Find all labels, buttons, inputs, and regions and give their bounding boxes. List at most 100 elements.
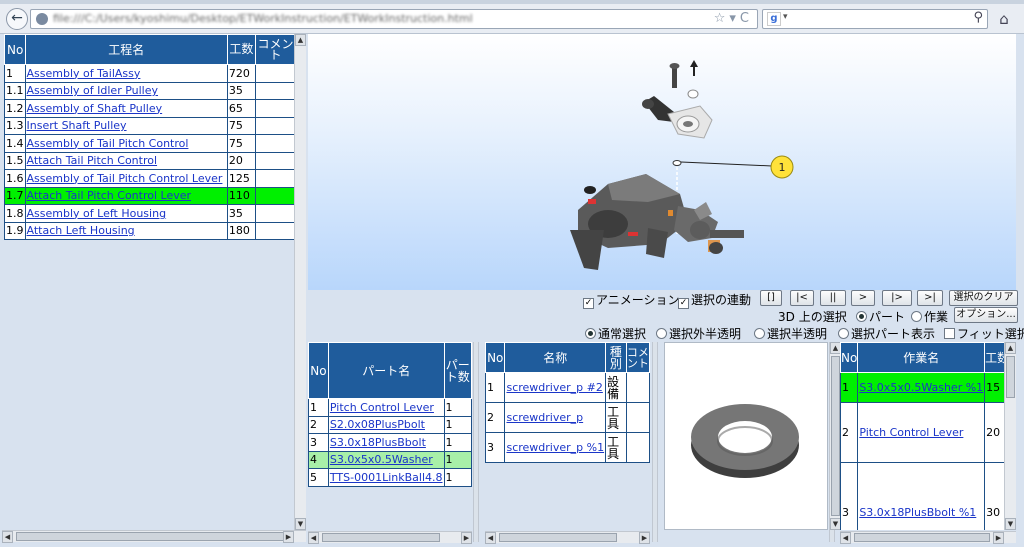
tool-name[interactable]: screwdriver_p — [504, 402, 607, 433]
tool-name-link[interactable]: screwdriver_p %1 — [506, 441, 604, 454]
table-row[interactable]: 5 TTS-0001LinkBall4.8 1 — [308, 468, 473, 487]
scroll-up-icon[interactable]: ▲ — [295, 34, 306, 46]
process-name-link[interactable]: Attach Left Housing — [27, 224, 135, 237]
work-name[interactable]: S3.0x18PlusBbolt %1 — [857, 462, 986, 530]
process-name[interactable]: Assembly of Tail Pitch Control Lever — [24, 169, 228, 188]
bookmark-star-icon[interactable]: ☆▾C — [714, 11, 753, 26]
process-name[interactable]: Attach Tail Pitch Control — [24, 151, 228, 170]
table-row[interactable]: 3 S3.0x18PlusBbolt 1 — [308, 433, 473, 452]
scroll-right-icon[interactable]: ▶ — [461, 532, 472, 544]
process-name-link[interactable]: Attach Tail Pitch Control Lever — [27, 189, 192, 202]
process-name[interactable]: Insert Shaft Pulley — [24, 116, 228, 135]
process-name[interactable]: Assembly of Idler Pulley — [24, 81, 228, 100]
scroll-down-icon[interactable]: ▼ — [295, 518, 306, 530]
work-vertical-scrollbar[interactable]: ▲ ▼ — [1004, 342, 1016, 530]
process-name-link[interactable]: Attach Tail Pitch Control — [27, 154, 158, 167]
part-name[interactable]: S3.0x18PlusBbolt — [327, 433, 445, 452]
work-name-link[interactable]: S3.0x5x0.5Washer %1 — [859, 381, 983, 394]
col-header-comment[interactable]: コメント — [254, 34, 297, 65]
scrollbar-thumb[interactable] — [499, 533, 617, 542]
work-horizontal-scrollbar[interactable]: ◀ ▶ — [840, 531, 1016, 544]
pause-button[interactable]: || — [820, 290, 846, 306]
address-bar[interactable]: file:///C:/Users/kyoshimu/Desktop/ETWork… — [30, 9, 758, 29]
table-row[interactable]: 1.3 Insert Shaft Pulley 75 — [4, 116, 297, 135]
stop-button[interactable]: [] — [760, 290, 782, 306]
col-header-part-name[interactable]: パート名 — [327, 342, 445, 399]
scroll-down-icon[interactable]: ▼ — [1005, 518, 1016, 530]
parts-horizontal-scrollbar[interactable]: ◀ ▶ — [308, 531, 472, 544]
search-icon[interactable]: ⚲ — [973, 10, 983, 25]
process-name[interactable]: Assembly of Left Housing — [24, 204, 228, 223]
next-step-button[interactable]: |> — [882, 290, 912, 306]
part-name-link[interactable]: Pitch Control Lever — [330, 401, 434, 414]
process-horizontal-scrollbar[interactable]: ◀ ▶ — [2, 530, 306, 543]
panel-divider[interactable] — [652, 342, 658, 542]
part-name-link[interactable]: TTS-0001LinkBall4.8 — [330, 471, 443, 484]
tool-name-link[interactable]: screwdriver_p — [506, 411, 583, 424]
table-row[interactable]: 2 screwdriver_p 工具 — [484, 402, 651, 433]
last-frame-button[interactable]: >| — [917, 290, 943, 306]
table-row[interactable]: 1.5 Attach Tail Pitch Control 20 — [4, 151, 297, 170]
scrollbar-thumb[interactable] — [854, 533, 990, 542]
process-name-link[interactable]: Assembly of Tail Pitch Control — [27, 137, 189, 150]
radio-part[interactable]: パート — [856, 308, 905, 325]
radio-selected-translucent[interactable]: 選択半透明 — [754, 325, 827, 342]
scroll-left-icon[interactable]: ◀ — [485, 532, 496, 544]
col-header-part-qty[interactable]: パート数 — [443, 342, 473, 399]
table-row[interactable]: 4 S3.0x5x0.5Washer 1 — [308, 450, 473, 469]
table-row[interactable]: 1.9 Attach Left Housing 180 — [4, 221, 297, 240]
part-name[interactable]: Pitch Control Lever — [327, 398, 445, 417]
radio-unselected-translucent-button[interactable] — [656, 328, 667, 339]
process-name-link[interactable]: Assembly of Left Housing — [27, 207, 167, 220]
tool-name-link[interactable]: screwdriver_p #2 — [506, 381, 602, 394]
scroll-right-icon[interactable]: ▶ — [283, 531, 294, 543]
home-icon[interactable]: ⌂ — [994, 9, 1014, 29]
radio-unselected-translucent[interactable]: 選択外半透明 — [656, 325, 741, 342]
3d-viewer[interactable]: 1 — [308, 34, 1016, 290]
table-row[interactable]: 1.1 Assembly of Idler Pulley 35 — [4, 81, 297, 100]
col-header-no[interactable]: No — [308, 342, 329, 399]
process-name[interactable]: Attach Tail Pitch Control Lever — [24, 186, 228, 205]
table-row[interactable]: 1.8 Assembly of Left Housing 35 — [4, 204, 297, 223]
process-name[interactable]: Attach Left Housing — [24, 221, 228, 240]
col-header-no[interactable]: No — [840, 342, 859, 373]
first-frame-button[interactable]: |< — [790, 290, 814, 306]
table-row[interactable]: 1.2 Assembly of Shaft Pulley 65 — [4, 99, 297, 118]
radio-show-selected-button[interactable] — [838, 328, 849, 339]
scrollbar-thumb[interactable] — [16, 532, 286, 541]
table-row[interactable]: 1 S3.0x5x0.5Washer %1 15 — [840, 372, 1004, 403]
part-name-link[interactable]: S3.0x5x0.5Washer — [330, 453, 433, 466]
scroll-left-icon[interactable]: ◀ — [840, 532, 851, 544]
work-name[interactable]: S3.0x5x0.5Washer %1 — [857, 372, 986, 403]
work-name-link[interactable]: S3.0x18PlusBbolt %1 — [859, 506, 976, 519]
process-name[interactable]: Assembly of Shaft Pulley — [24, 99, 228, 118]
scroll-up-icon[interactable]: ▲ — [1005, 342, 1016, 354]
tools-horizontal-scrollbar[interactable]: ◀ ▶ — [485, 531, 650, 544]
search-bar[interactable]: g ▾ ⚲ — [762, 9, 988, 29]
animation-toggle[interactable]: ✓ アニメーション — [583, 291, 680, 309]
process-name-link[interactable]: Insert Shaft Pulley — [27, 119, 127, 132]
panel-divider[interactable] — [473, 342, 479, 542]
table-row[interactable]: 3 screwdriver_p %1 工具 — [484, 432, 651, 463]
table-row[interactable]: 1.4 Assembly of Tail Pitch Control 75 — [4, 134, 297, 153]
radio-normal-button[interactable] — [585, 328, 596, 339]
table-row[interactable]: 1 screwdriver_p #2 設備 — [484, 372, 651, 403]
scroll-right-icon[interactable]: ▶ — [639, 532, 650, 544]
radio-selected-translucent-button[interactable] — [754, 328, 765, 339]
col-header-tool-type[interactable]: 種別 — [605, 342, 627, 373]
chevron-down-icon[interactable]: ▾ — [783, 12, 788, 22]
col-header-work-name[interactable]: 作業名 — [857, 342, 986, 373]
part-name-link[interactable]: S3.0x18PlusBbolt — [330, 436, 426, 449]
part-name[interactable]: S2.0x08PlusPbolt — [327, 415, 445, 434]
radio-work-button[interactable] — [911, 311, 922, 322]
col-header-tool-comment[interactable]: コメント — [625, 342, 651, 373]
linked-selection-toggle[interactable]: ✓ 選択の連動 — [678, 291, 751, 309]
col-header-work-hours[interactable]: 工数 — [984, 342, 1004, 373]
table-row[interactable]: 1.7 Attach Tail Pitch Control Lever 110 — [4, 186, 297, 205]
part-name-link[interactable]: S2.0x08PlusPbolt — [330, 418, 425, 431]
table-row[interactable]: 1 Pitch Control Lever 1 — [308, 398, 473, 417]
radio-work[interactable]: 作業 — [911, 308, 948, 325]
radio-show-selected[interactable]: 選択パート表示 — [838, 325, 935, 342]
radio-normal[interactable]: 通常選択 — [585, 325, 646, 342]
work-name[interactable]: Pitch Control Lever — [857, 402, 986, 463]
